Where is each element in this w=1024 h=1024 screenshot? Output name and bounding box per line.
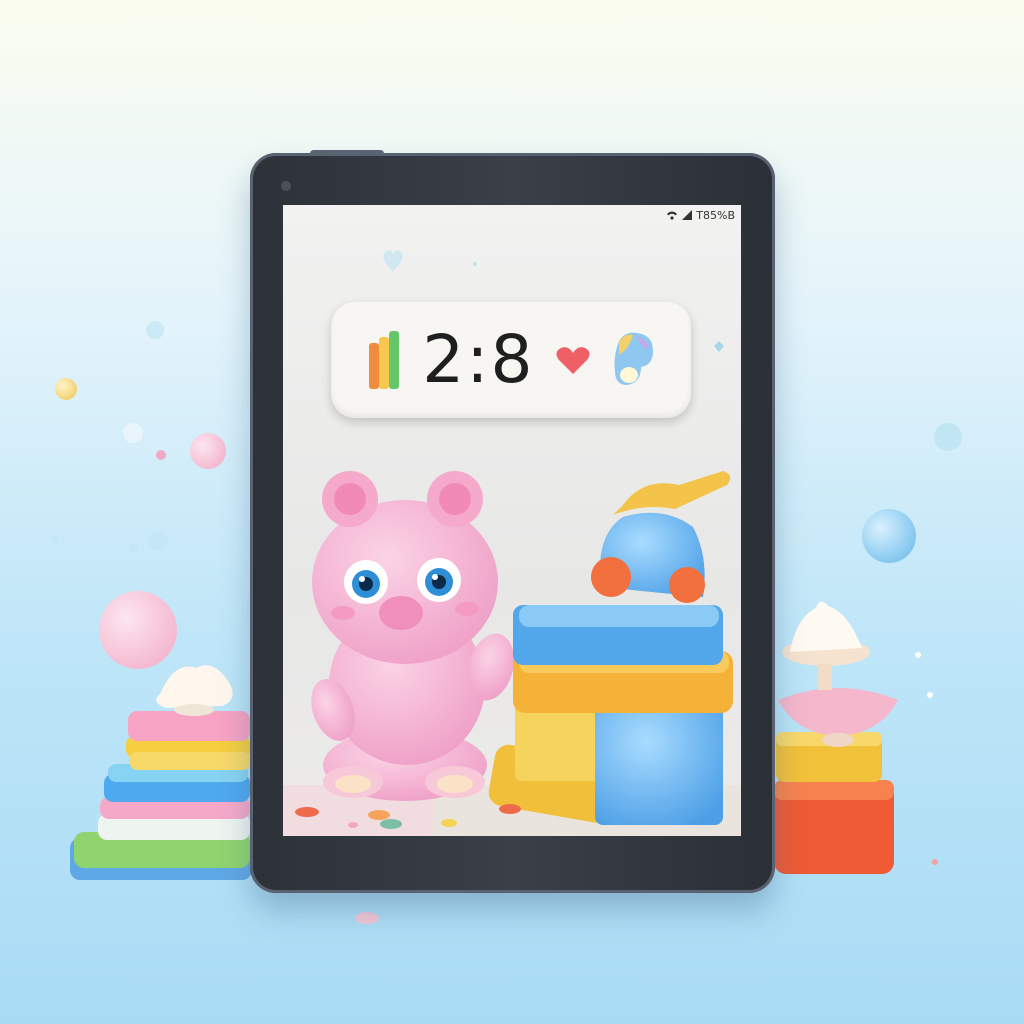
front-camera [281,181,291,191]
scene: T85%B 2:8 [0,0,1024,1024]
toy-scene [283,471,741,836]
tablet-screen: T85%B 2:8 [283,205,741,836]
blue-creature-toy [488,471,733,825]
pink-bear-toy [311,471,515,801]
